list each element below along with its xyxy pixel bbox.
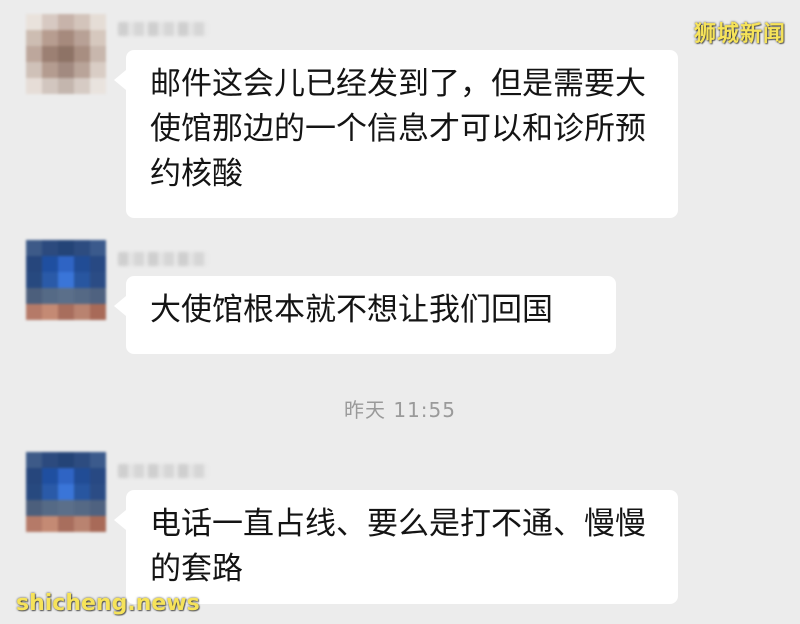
sender-name	[118, 252, 208, 266]
message-text: 电话一直占线、要么是打不通、慢慢的套路	[150, 506, 646, 587]
message-bubble[interactable]: 电话一直占线、要么是打不通、慢慢的套路	[114, 490, 678, 604]
message-text: 大使馆根本就不想让我们回国	[150, 292, 553, 328]
avatar[interactable]	[26, 452, 106, 532]
avatar[interactable]	[26, 14, 106, 94]
message-bubble[interactable]: 大使馆根本就不想让我们回国	[114, 276, 616, 354]
message-bubble[interactable]: 邮件这会儿已经发到了，但是需要大使馆那边的一个信息才可以和诊所预约核酸	[114, 50, 678, 218]
message-text: 邮件这会儿已经发到了，但是需要大使馆那边的一个信息才可以和诊所预约核酸	[150, 66, 646, 192]
sender-name	[118, 22, 208, 36]
sender-name	[118, 464, 208, 478]
watermark-top: 狮城新闻	[693, 22, 786, 47]
watermark-bottom: shicheng.news	[16, 591, 200, 616]
timestamp: 昨天 11:55	[344, 398, 456, 422]
avatar[interactable]	[26, 240, 106, 320]
